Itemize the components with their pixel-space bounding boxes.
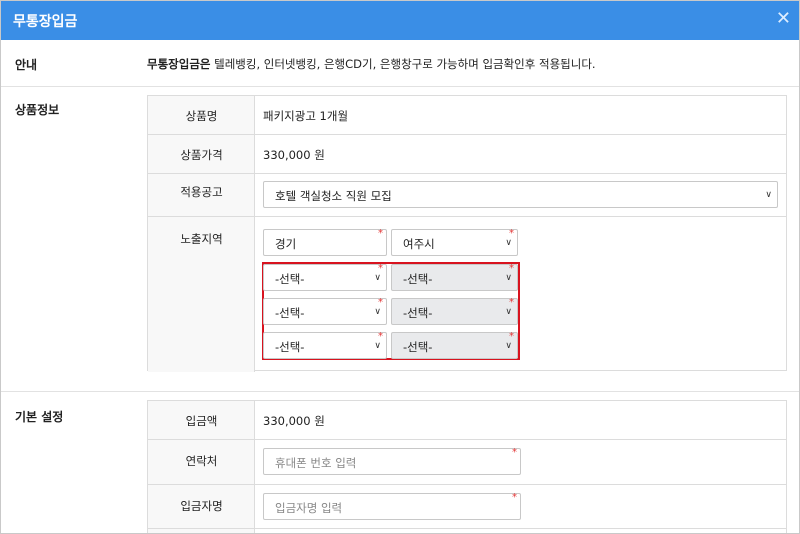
region-2-province-select[interactable]: -선택- * ∨	[263, 264, 387, 291]
deposit-modal: 무통장입금 ✕ 안내 무통장입금은 텔레뱅킹, 인터넷뱅킹, 은행CD기, 은행…	[0, 0, 800, 534]
modal-title: 무통장입금	[13, 14, 78, 30]
region-2-province-value: -선택-	[275, 272, 305, 286]
basic-settings-table: 입금액 330,000 원 연락처 휴대폰 번호 입력 * 입금자명 입금자명 …	[147, 400, 787, 533]
region-4-province-select[interactable]: -선택- * ∨	[263, 332, 387, 359]
region-3-city-value: -선택-	[403, 306, 433, 320]
chevron-down-icon: ∨	[374, 307, 381, 317]
amount-label: 입금액	[185, 414, 218, 428]
basic-section-label: 기본 설정	[15, 410, 64, 424]
notice-label: 안내	[15, 58, 38, 72]
close-icon[interactable]: ✕	[776, 9, 791, 29]
notice-text-bold: 무통장입금은	[147, 57, 211, 71]
chevron-down-icon: ∨	[374, 273, 381, 283]
region-2-city-value: -선택-	[403, 272, 433, 286]
region-4-province-value: -선택-	[275, 340, 305, 354]
depositor-row: 입금자명 입금자명 입력 *	[148, 485, 786, 529]
region-label: 노출지역	[180, 232, 223, 246]
required-marker: *	[512, 492, 517, 503]
region-3-province-select[interactable]: -선택- * ∨	[263, 298, 387, 325]
product-section-label: 상품정보	[15, 103, 60, 117]
depositor-placeholder: 입금자명 입력	[275, 501, 343, 515]
chevron-down-icon: ∨	[505, 341, 512, 351]
product-info-table: 상품명 패키지광고 1개월 상품가격 330,000 원 적용공고 호텔 객실청…	[147, 95, 787, 372]
depositor-input[interactable]: 입금자명 입력 *	[263, 493, 521, 520]
product-price-label: 상품가격	[180, 148, 223, 162]
section-divider	[1, 391, 799, 392]
required-marker: *	[378, 228, 383, 239]
region-1-province-select[interactable]: 경기 *	[263, 229, 387, 256]
region-2-city-select[interactable]: -선택- * ∨	[391, 264, 518, 291]
chevron-down-icon: ∨	[505, 238, 512, 248]
region-1-city-value: 여주시	[403, 237, 435, 251]
region-3-province-value: -선택-	[275, 306, 305, 320]
required-marker: *	[512, 447, 517, 458]
next-row	[148, 529, 786, 533]
region-4-city-value: -선택-	[403, 340, 433, 354]
ad-select-value: 호텔 객실청소 직원 모집	[275, 189, 392, 203]
region-4-city-select[interactable]: -선택- * ∨	[391, 332, 518, 359]
amount-row: 입금액 330,000 원	[148, 401, 786, 440]
notice-text: 무통장입금은 텔레뱅킹, 인터넷뱅킹, 은행CD기, 은행창구로 가능하며 입금…	[147, 56, 596, 72]
ad-row: 적용공고 호텔 객실청소 직원 모집 ∨	[148, 174, 786, 217]
chevron-down-icon: ∨	[505, 273, 512, 283]
chevron-down-icon: ∨	[765, 190, 772, 200]
product-price-row: 상품가격 330,000 원	[148, 135, 786, 174]
region-1-province-value: 경기	[275, 237, 297, 251]
contact-placeholder: 휴대폰 번호 입력	[275, 456, 357, 470]
amount-value: 330,000 원	[263, 414, 325, 428]
product-name-label: 상품명	[185, 109, 218, 123]
product-price-value: 330,000 원	[263, 148, 325, 162]
product-name-row: 상품명 패키지광고 1개월	[148, 96, 786, 135]
depositor-label: 입금자명	[180, 499, 223, 513]
ad-select[interactable]: 호텔 객실청소 직원 모집 ∨	[263, 181, 778, 208]
product-name-value: 패키지광고 1개월	[263, 109, 349, 123]
ad-label: 적용공고	[180, 185, 223, 199]
notice-row: 안내 무통장입금은 텔레뱅킹, 인터넷뱅킹, 은행CD기, 은행창구로 가능하며…	[1, 40, 799, 87]
contact-label: 연락처	[185, 454, 218, 468]
chevron-down-icon: ∨	[505, 307, 512, 317]
chevron-down-icon: ∨	[374, 341, 381, 351]
modal-header: 무통장입금 ✕	[1, 1, 799, 40]
contact-input[interactable]: 휴대폰 번호 입력 *	[263, 448, 521, 475]
region-row: 노출지역 경기 * 여주시 * ∨ -선택- * ∨ -선택- * ∨ -선택-…	[148, 217, 786, 372]
region-1-city-select[interactable]: 여주시 * ∨	[391, 229, 518, 256]
notice-text-rest: 텔레뱅킹, 인터넷뱅킹, 은행CD기, 은행창구로 가능하며 입금확인후 적용됩…	[210, 57, 596, 71]
contact-row: 연락처 휴대폰 번호 입력 *	[148, 440, 786, 485]
region-3-city-select[interactable]: -선택- * ∨	[391, 298, 518, 325]
